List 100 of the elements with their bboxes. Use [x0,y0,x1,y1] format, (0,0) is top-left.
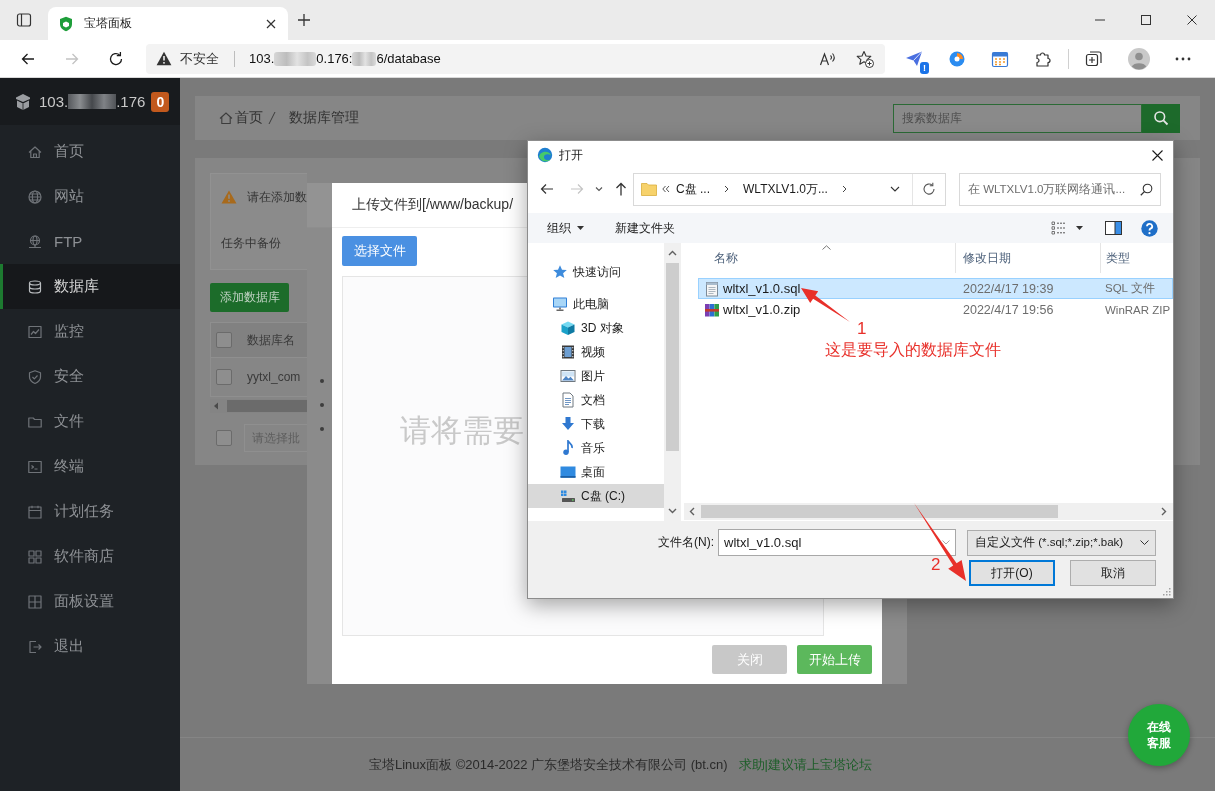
path-segment[interactable]: WLTXLV1.0万... [743,180,828,198]
close-icon[interactable] [1152,149,1163,161]
tab-actions-icon[interactable] [16,12,32,28]
panel-grid-icon [27,593,43,610]
filename-field[interactable]: wltxl_v1.0.sql [718,529,956,556]
extensions-icon[interactable] [1034,49,1052,68]
scroll-up-icon[interactable] [668,250,677,256]
caret-icon [577,226,584,230]
help-icon[interactable] [1141,219,1158,237]
preview-pane-icon[interactable] [1105,221,1122,235]
sidebar-item[interactable]: 首页 [0,129,180,174]
grid-icon [27,548,43,565]
checkbox[interactable] [216,332,232,348]
maximize-icon[interactable] [1141,15,1151,25]
nav-item[interactable]: C盘 (C:) [528,484,664,508]
chevron-right-icon[interactable] [841,185,847,193]
picture-icon [560,368,576,384]
organize-menu[interactable]: 组织 [547,219,584,237]
scrollbar-thumb[interactable] [701,505,1058,518]
calendar-extension-icon[interactable] [991,49,1009,68]
new-folder-button[interactable]: 新建文件夹 [615,219,675,237]
nav-item[interactable]: 下载 [528,412,664,436]
shield-favicon-icon [59,15,73,32]
dialog-title: 上传文件到[/www/backup/ [352,196,514,214]
nav-item[interactable]: 快速访问 [528,260,664,284]
home-icon [218,110,234,126]
browser-tab[interactable]: 宝塔面板 [48,7,288,40]
caret-icon[interactable] [1076,226,1083,230]
add-database-button[interactable]: 添加数据库 [210,283,289,312]
file-row[interactable]: wltxl_v1.0.zip 2022/4/17 19:56 WinRAR ZIP [698,299,1173,320]
resize-grip-icon[interactable] [1162,587,1171,596]
path-segment[interactable]: C盘 ... [676,180,710,198]
open-button[interactable]: 打开(O) [969,560,1055,586]
column-header[interactable]: 名称 [684,243,956,273]
scroll-down-icon[interactable] [668,508,677,514]
new-tab-icon[interactable] [297,13,311,27]
scroll-right-icon[interactable] [1161,507,1167,516]
chevron-right-icon[interactable] [724,185,729,193]
double-chevron-icon[interactable] [662,185,670,193]
checkbox[interactable] [216,430,232,446]
refresh-icon[interactable] [922,182,936,196]
file-row[interactable]: wltxl_v1.0.sql 2022/4/17 19:39 SQL 文件 [698,278,1173,299]
read-aloud-icon[interactable] [819,50,837,67]
nav-item[interactable]: 桌面 [528,460,664,484]
shield-icon [27,368,43,385]
close-icon[interactable] [1187,15,1197,25]
sidebar-item[interactable]: 计划任务 [0,489,180,534]
nav-item[interactable]: 文档 [528,388,664,412]
profile-avatar-icon[interactable] [1128,47,1150,70]
security-label[interactable]: 不安全 [180,49,219,68]
drive-icon [560,488,576,504]
scroll-left-icon[interactable] [689,507,695,516]
warning-icon[interactable] [156,51,172,66]
swirl-extension-icon[interactable] [948,49,966,68]
column-header[interactable]: 修改日期 [956,243,1101,273]
column-header[interactable]: 类型 [1101,243,1173,273]
search-icon[interactable] [1140,182,1153,196]
checkbox[interactable] [216,369,232,385]
sidebar-item[interactable]: 数据库 [0,264,180,309]
file-type: WinRAR ZIP [1104,303,1171,316]
address-bar[interactable]: 不安全 103. 0.176: 6/database [146,43,885,74]
nav-item[interactable]: 图片 [528,364,664,388]
nav-item[interactable]: 视频 [528,340,664,364]
add-favorite-icon[interactable] [856,49,874,68]
sidebar-item[interactable]: 文件 [0,399,180,444]
breadcrumb-link[interactable]: 首页 [235,109,263,127]
back-arrow-icon[interactable] [540,182,554,196]
search-button[interactable] [1142,103,1180,133]
notification-badge: ! [920,61,929,74]
alert-count-badge[interactable]: 0 [151,91,170,112]
sidebar-item[interactable]: 软件商店 [0,534,180,579]
collections-icon[interactable] [1085,49,1103,68]
up-arrow-icon[interactable] [615,182,627,196]
sidebar-item[interactable]: 安全 [0,354,180,399]
sidebar-item[interactable]: FTP [0,219,180,264]
sidebar-item[interactable]: 监控 [0,309,180,354]
horizontal-scrollbar[interactable] [684,503,1173,520]
plane-extension-icon[interactable] [905,49,923,68]
sidebar-item[interactable]: 终端 [0,444,180,489]
sidebar-item[interactable]: 退出 [0,624,180,669]
cancel-button[interactable]: 取消 [1070,560,1156,586]
file-type: SQL 文件 [1104,281,1155,296]
nav-item[interactable]: 音乐 [528,436,664,460]
refresh-icon[interactable] [108,50,124,67]
archive-file-icon [704,301,720,318]
column-header: 数据库名 [247,331,295,349]
file-type-dropdown[interactable]: 自定义文件 (*.sql;*.zip;*.bak) [967,529,1156,556]
path-bar[interactable]: C盘 ... WLTXLV1.0万... [633,172,946,206]
sidebar-item[interactable]: 面板设置 [0,579,180,624]
scrollbar-thumb[interactable] [666,263,679,451]
nav-item[interactable]: 3D 对象 [528,316,664,340]
document-icon [560,392,576,408]
sidebar-item[interactable]: 网站 [0,174,180,219]
nav-item[interactable]: 此电脑 [528,292,664,316]
chevron-down-icon[interactable] [890,186,900,192]
details-view-icon[interactable] [1051,221,1067,235]
annotation-number: 2 [931,556,941,574]
vertical-scrollbar[interactable] [664,243,681,521]
close-tab-icon[interactable] [266,18,276,29]
scrollbar-thumb[interactable] [227,400,307,412]
